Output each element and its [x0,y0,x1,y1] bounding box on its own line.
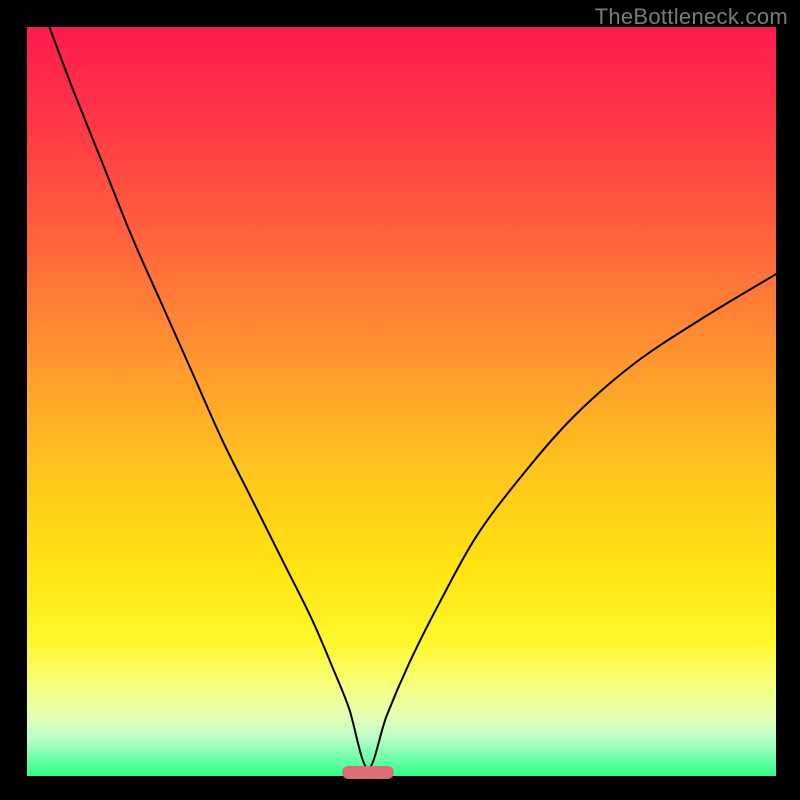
plot-area [27,27,776,776]
watermark-text: TheBottleneck.com [595,4,788,30]
chart-frame: TheBottleneck.com [0,0,800,800]
minimum-marker [342,766,394,779]
bottleneck-curve [27,27,776,776]
